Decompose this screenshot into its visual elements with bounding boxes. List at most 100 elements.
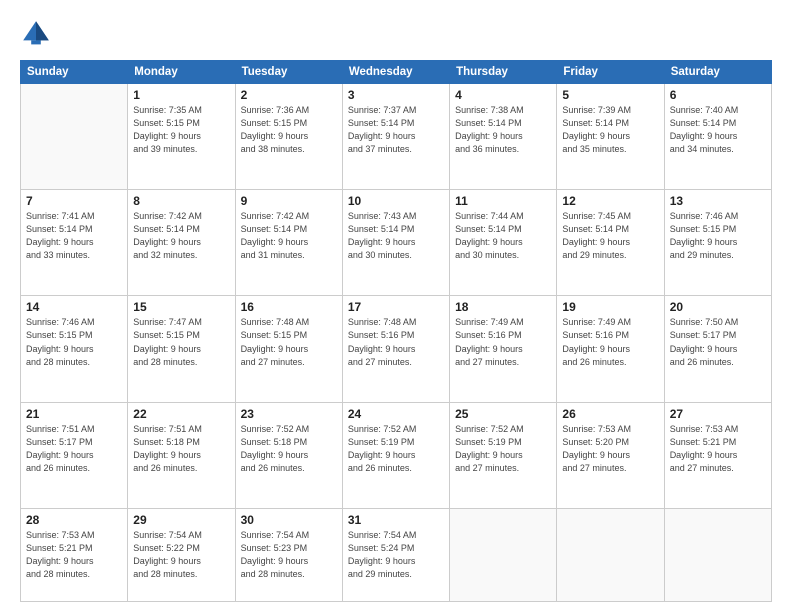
calendar-cell: 6 Sunrise: 7:40 AM Sunset: 5:14 PM Daylig… [664, 84, 771, 190]
calendar-cell: 22 Sunrise: 7:51 AM Sunset: 5:18 PM Dayli… [128, 402, 235, 508]
day-number: 25 [455, 407, 551, 421]
week-row-0: 1Sunrise: 7:35 AM Sunset: 5:15 PM Daylig… [21, 84, 772, 190]
week-row-1: 7Sunrise: 7:41 AM Sunset: 5:14 PM Daylig… [21, 190, 772, 296]
day-number: 28 [26, 513, 122, 527]
day-header-row: SundayMondayTuesdayWednesdayThursdayFrid… [21, 61, 772, 84]
calendar-cell: 9Sunrise: 7:42 AM Sunset: 5:14 PM Daylig… [235, 190, 342, 296]
day-info: Sunrise: 7:41 AM Sunset: 5:14 PM Dayligh… [26, 210, 122, 262]
calendar-cell: 1Sunrise: 7:35 AM Sunset: 5:15 PM Daylig… [128, 84, 235, 190]
day-number: 29 [133, 513, 229, 527]
day-number: 22 [133, 407, 229, 421]
week-row-4: 28 Sunrise: 7:53 AM Sunset: 5:21 PM Dayli… [21, 508, 772, 601]
day-number: 31 [348, 513, 444, 527]
calendar-cell: 12Sunrise: 7:45 AM Sunset: 5:14 PM Dayli… [557, 190, 664, 296]
day-number: 19 [562, 300, 658, 314]
day-number: 23 [241, 407, 337, 421]
day-info: Sunrise: 7:53 AM Sunset: 5:21 PM Dayligh… [670, 423, 766, 475]
calendar-cell: 26 Sunrise: 7:53 AM Sunset: 5:20 PM Dayli… [557, 402, 664, 508]
day-info: Sunrise: 7:49 AM Sunset: 5:16 PM Dayligh… [562, 316, 658, 368]
day-header-friday: Friday [557, 61, 664, 84]
logo-icon [20, 18, 52, 50]
day-number: 16 [241, 300, 337, 314]
day-info: Sunrise: 7:51 AM Sunset: 5:17 PM Dayligh… [26, 423, 122, 475]
day-header-saturday: Saturday [664, 61, 771, 84]
day-number: 10 [348, 194, 444, 208]
day-number: 14 [26, 300, 122, 314]
day-number: 13 [670, 194, 766, 208]
day-number: 21 [26, 407, 122, 421]
day-number: 20 [670, 300, 766, 314]
day-info: Sunrise: 7:50 AM Sunset: 5:17 PM Dayligh… [670, 316, 766, 368]
day-header-tuesday: Tuesday [235, 61, 342, 84]
day-info: Sunrise: 7:37 AM Sunset: 5:14 PM Dayligh… [348, 104, 444, 156]
page: SundayMondayTuesdayWednesdayThursdayFrid… [0, 0, 792, 612]
day-number: 2 [241, 88, 337, 102]
calendar-cell: 29Sunrise: 7:54 AM Sunset: 5:22 PM Dayli… [128, 508, 235, 601]
calendar-cell: 4 Sunrise: 7:38 AM Sunset: 5:14 PM Daylig… [450, 84, 557, 190]
day-info: Sunrise: 7:52 AM Sunset: 5:18 PM Dayligh… [241, 423, 337, 475]
day-info: Sunrise: 7:46 AM Sunset: 5:15 PM Dayligh… [26, 316, 122, 368]
calendar-cell: 7Sunrise: 7:41 AM Sunset: 5:14 PM Daylig… [21, 190, 128, 296]
day-info: Sunrise: 7:44 AM Sunset: 5:14 PM Dayligh… [455, 210, 551, 262]
day-info: Sunrise: 7:48 AM Sunset: 5:15 PM Dayligh… [241, 316, 337, 368]
day-info: Sunrise: 7:40 AM Sunset: 5:14 PM Dayligh… [670, 104, 766, 156]
day-info: Sunrise: 7:52 AM Sunset: 5:19 PM Dayligh… [348, 423, 444, 475]
calendar-cell: 17Sunrise: 7:48 AM Sunset: 5:16 PM Dayli… [342, 296, 449, 402]
header [20, 18, 772, 50]
calendar-cell: 20 Sunrise: 7:50 AM Sunset: 5:17 PM Dayli… [664, 296, 771, 402]
day-number: 12 [562, 194, 658, 208]
day-number: 8 [133, 194, 229, 208]
day-info: Sunrise: 7:36 AM Sunset: 5:15 PM Dayligh… [241, 104, 337, 156]
day-number: 6 [670, 88, 766, 102]
calendar-cell [664, 508, 771, 601]
day-info: Sunrise: 7:42 AM Sunset: 5:14 PM Dayligh… [241, 210, 337, 262]
calendar-cell: 13 Sunrise: 7:46 AM Sunset: 5:15 PM Dayli… [664, 190, 771, 296]
calendar-cell: 30 Sunrise: 7:54 AM Sunset: 5:23 PM Dayli… [235, 508, 342, 601]
day-info: Sunrise: 7:39 AM Sunset: 5:14 PM Dayligh… [562, 104, 658, 156]
day-info: Sunrise: 7:53 AM Sunset: 5:21 PM Dayligh… [26, 529, 122, 581]
day-number: 18 [455, 300, 551, 314]
day-number: 26 [562, 407, 658, 421]
calendar-cell: 15Sunrise: 7:47 AM Sunset: 5:15 PM Dayli… [128, 296, 235, 402]
day-info: Sunrise: 7:54 AM Sunset: 5:24 PM Dayligh… [348, 529, 444, 581]
calendar: SundayMondayTuesdayWednesdayThursdayFrid… [20, 60, 772, 602]
calendar-cell: 24Sunrise: 7:52 AM Sunset: 5:19 PM Dayli… [342, 402, 449, 508]
calendar-cell: 2 Sunrise: 7:36 AM Sunset: 5:15 PM Daylig… [235, 84, 342, 190]
calendar-cell: 27 Sunrise: 7:53 AM Sunset: 5:21 PM Dayli… [664, 402, 771, 508]
day-info: Sunrise: 7:53 AM Sunset: 5:20 PM Dayligh… [562, 423, 658, 475]
day-number: 5 [562, 88, 658, 102]
day-number: 27 [670, 407, 766, 421]
day-header-thursday: Thursday [450, 61, 557, 84]
day-info: Sunrise: 7:54 AM Sunset: 5:23 PM Dayligh… [241, 529, 337, 581]
day-info: Sunrise: 7:49 AM Sunset: 5:16 PM Dayligh… [455, 316, 551, 368]
day-info: Sunrise: 7:43 AM Sunset: 5:14 PM Dayligh… [348, 210, 444, 262]
calendar-cell: 16 Sunrise: 7:48 AM Sunset: 5:15 PM Dayli… [235, 296, 342, 402]
calendar-cell: 14 Sunrise: 7:46 AM Sunset: 5:15 PM Dayli… [21, 296, 128, 402]
day-number: 17 [348, 300, 444, 314]
day-number: 3 [348, 88, 444, 102]
calendar-cell: 5 Sunrise: 7:39 AM Sunset: 5:14 PM Daylig… [557, 84, 664, 190]
calendar-cell: 18 Sunrise: 7:49 AM Sunset: 5:16 PM Dayli… [450, 296, 557, 402]
calendar-cell: 28 Sunrise: 7:53 AM Sunset: 5:21 PM Dayli… [21, 508, 128, 601]
day-number: 30 [241, 513, 337, 527]
calendar-cell: 21 Sunrise: 7:51 AM Sunset: 5:17 PM Dayli… [21, 402, 128, 508]
calendar-cell: 19 Sunrise: 7:49 AM Sunset: 5:16 PM Dayli… [557, 296, 664, 402]
calendar-cell [21, 84, 128, 190]
logo [20, 18, 56, 50]
day-info: Sunrise: 7:38 AM Sunset: 5:14 PM Dayligh… [455, 104, 551, 156]
day-info: Sunrise: 7:51 AM Sunset: 5:18 PM Dayligh… [133, 423, 229, 475]
calendar-cell: 11 Sunrise: 7:44 AM Sunset: 5:14 PM Dayli… [450, 190, 557, 296]
day-number: 11 [455, 194, 551, 208]
day-header-wednesday: Wednesday [342, 61, 449, 84]
calendar-cell: 3 Sunrise: 7:37 AM Sunset: 5:14 PM Daylig… [342, 84, 449, 190]
calendar-cell: 25Sunrise: 7:52 AM Sunset: 5:19 PM Dayli… [450, 402, 557, 508]
calendar-cell [450, 508, 557, 601]
calendar-cell: 10 Sunrise: 7:43 AM Sunset: 5:14 PM Dayli… [342, 190, 449, 296]
calendar-cell: 31 Sunrise: 7:54 AM Sunset: 5:24 PM Dayli… [342, 508, 449, 601]
day-number: 4 [455, 88, 551, 102]
day-number: 1 [133, 88, 229, 102]
calendar-cell [557, 508, 664, 601]
day-info: Sunrise: 7:46 AM Sunset: 5:15 PM Dayligh… [670, 210, 766, 262]
day-header-monday: Monday [128, 61, 235, 84]
calendar-cell: 23 Sunrise: 7:52 AM Sunset: 5:18 PM Dayli… [235, 402, 342, 508]
